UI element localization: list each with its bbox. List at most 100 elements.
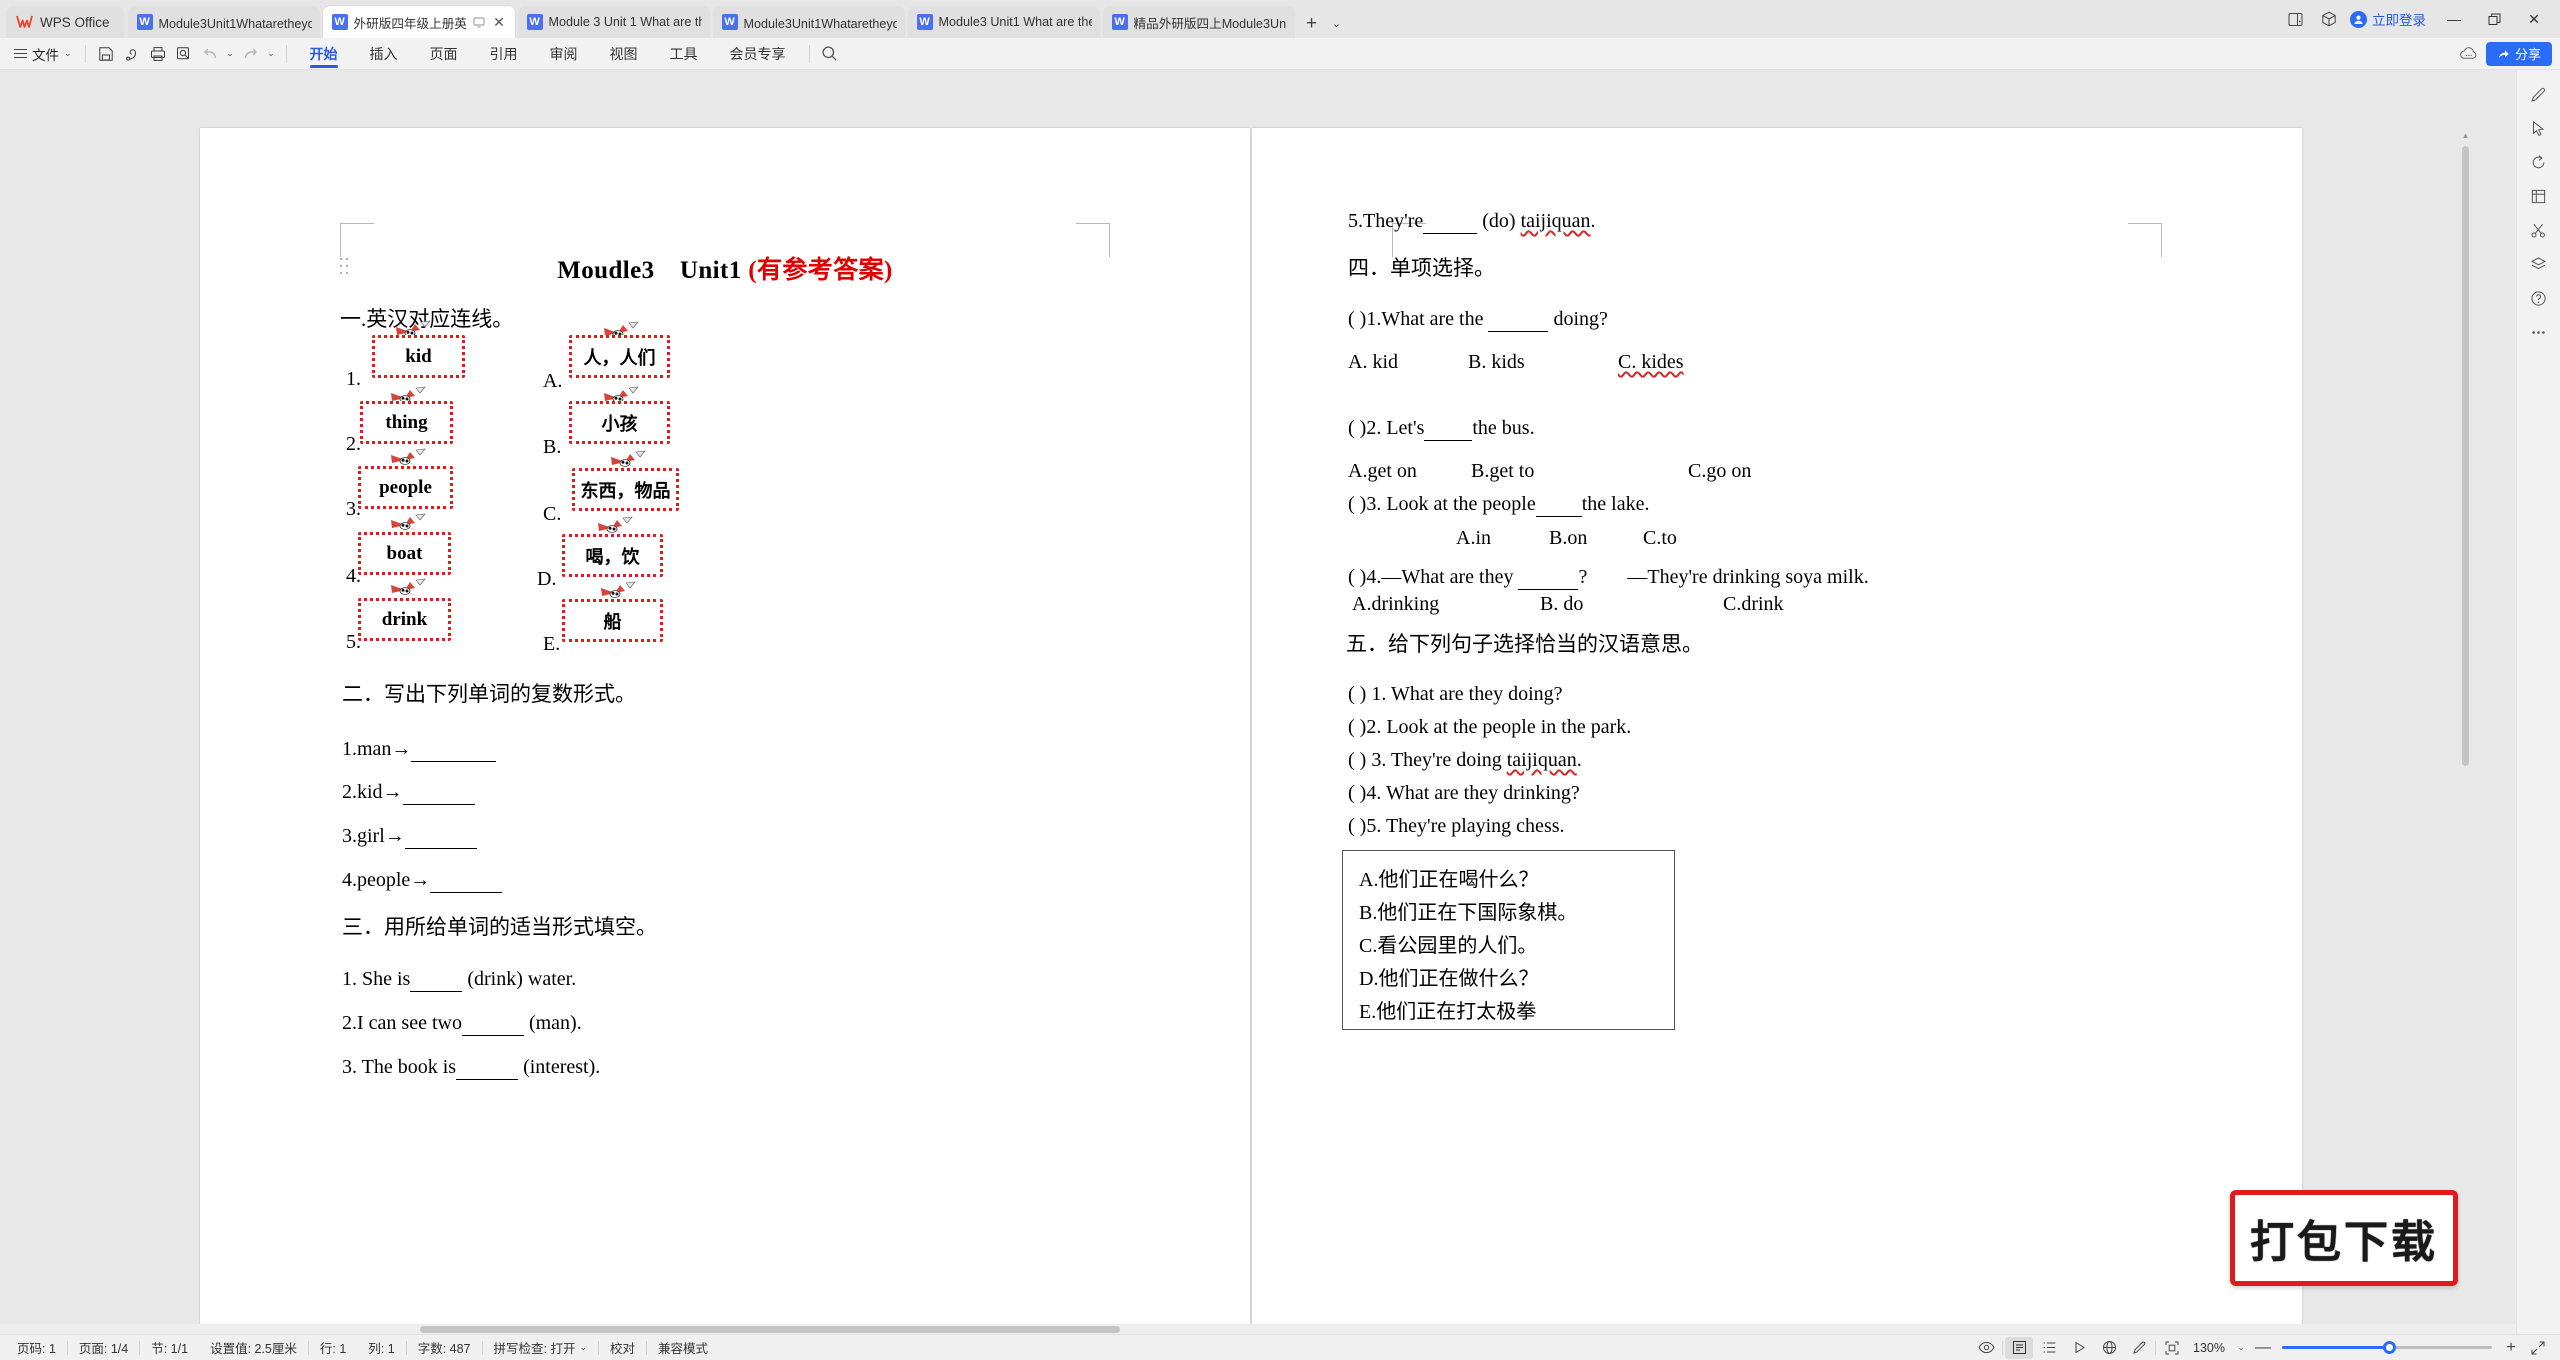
zoom-slider[interactable]	[2282, 1337, 2492, 1359]
ribbon-tab-member[interactable]: 会员专享	[714, 38, 802, 70]
status-proofread[interactable]: 校对	[599, 1338, 646, 1357]
answer-blank[interactable]	[1535, 493, 1582, 517]
ribbon-tab-review[interactable]: 审阅	[534, 38, 594, 70]
document-tab-6[interactable]: W 精品外研版四上Module3Unit1What	[1102, 6, 1295, 38]
web-view-icon[interactable]	[2095, 1337, 2123, 1359]
status-column[interactable]: 列: 1	[357, 1338, 405, 1357]
answer-blank[interactable]	[461, 1012, 524, 1036]
eye-icon[interactable]	[1972, 1337, 2000, 1359]
q2-option-b[interactable]: B.get to	[1471, 460, 1688, 483]
status-page-count[interactable]: 页面: 1/4	[68, 1338, 139, 1357]
zoom-caret-icon[interactable]: ⌄	[2232, 1337, 2250, 1359]
status-spellcheck[interactable]: 拼写检查: 打开 ⌄	[483, 1338, 599, 1357]
status-row[interactable]: 行: 1	[309, 1338, 357, 1357]
q4-option-c[interactable]: C.drink	[1723, 593, 1784, 615]
answer-blank[interactable]	[411, 738, 497, 762]
document-canvas[interactable]: Moudle3 Unit1 (有参考答案) 一.英汉对应连线。 1. kid 2…	[0, 70, 2516, 1334]
q1-option-c[interactable]: C. kides	[1618, 351, 1684, 373]
minimize-button[interactable]: —	[2434, 4, 2474, 34]
status-margin-setting[interactable]: 设置值: 2.5厘米	[199, 1338, 308, 1357]
match-left-word-1[interactable]: kid	[372, 335, 465, 378]
print-icon[interactable]	[145, 41, 171, 67]
zoom-level-label[interactable]: 130%	[2188, 1341, 2230, 1355]
ribbon-tab-reference[interactable]: 引用	[474, 38, 534, 70]
document-tab-1[interactable]: W Module3Unit1Whataretheydoing随	[127, 6, 320, 38]
rotate-icon[interactable]	[2523, 146, 2555, 178]
more-icon[interactable]	[2523, 316, 2555, 348]
match-left-word-5[interactable]: drink	[358, 598, 451, 641]
match-right-word-d[interactable]: 喝，饮	[562, 534, 663, 577]
zoom-in-button[interactable]: +	[2500, 1337, 2522, 1359]
scrollbar-thumb[interactable]	[2462, 146, 2469, 766]
close-button[interactable]: ✕	[2514, 4, 2554, 34]
match-right-word-b[interactable]: 小孩	[569, 401, 670, 444]
monitor-icon[interactable]	[472, 15, 486, 29]
ribbon-tab-page[interactable]: 页面	[414, 38, 474, 70]
new-tab-button[interactable]: +	[1298, 8, 1326, 38]
answer-blank[interactable]	[430, 869, 503, 893]
zoom-slider-knob[interactable]	[2383, 1341, 2396, 1354]
scroll-up-icon[interactable]: ▲	[2461, 128, 2470, 142]
q2-option-c[interactable]: C.go on	[1688, 460, 1751, 482]
horizontal-scrollbar[interactable]	[0, 1324, 2516, 1334]
answer-blank[interactable]	[1423, 210, 1478, 234]
answer-blank[interactable]	[1518, 566, 1579, 590]
frame-icon[interactable]	[2523, 180, 2555, 212]
q3-option-b[interactable]: B.on	[1549, 527, 1643, 550]
wps-home-button[interactable]: WPS Office	[6, 6, 124, 38]
outline-view-icon[interactable]	[2035, 1337, 2063, 1359]
status-word-count[interactable]: 字数: 487	[407, 1338, 482, 1357]
file-menu-button[interactable]: 文件 ⌄	[8, 41, 78, 67]
answer-blank[interactable]	[410, 968, 463, 992]
maximize-button[interactable]	[2474, 4, 2514, 34]
find-icon[interactable]	[171, 41, 197, 67]
close-tab-icon[interactable]: ✕	[492, 15, 507, 30]
ribbon-tab-insert[interactable]: 插入	[354, 38, 414, 70]
q1-option-a[interactable]: A. kid	[1348, 351, 1468, 374]
ribbon-tab-view[interactable]: 视图	[594, 38, 654, 70]
status-compatibility-mode[interactable]: 兼容模式	[647, 1338, 719, 1357]
undo-caret-icon[interactable]: ⌄	[223, 41, 238, 67]
answer-options-box[interactable]: A.他们正在喝什么？ B.他们正在下国际象棋。 C.看公园里的人们。 D.他们正…	[1342, 850, 1675, 1030]
cloud-icon[interactable]	[2454, 41, 2484, 67]
hscrollbar-thumb[interactable]	[420, 1326, 1120, 1333]
document-tab-2-active[interactable]: W 外研版四年级上册英语Moudl ✕	[322, 6, 515, 38]
q3-option-a[interactable]: A.in	[1456, 527, 1549, 550]
scissors-icon[interactable]	[2523, 214, 2555, 246]
tab-list-caret-icon[interactable]: ⌄	[1326, 8, 1348, 38]
answer-blank[interactable]	[402, 781, 475, 805]
zoom-out-button[interactable]: —	[2252, 1337, 2274, 1359]
sidebar-toggle-icon[interactable]	[2278, 4, 2312, 34]
status-section[interactable]: 节: 1/1	[140, 1338, 199, 1357]
q1-option-b[interactable]: B. kids	[1468, 351, 1618, 374]
match-right-word-a[interactable]: 人，人们	[569, 335, 670, 378]
search-icon[interactable]	[817, 41, 843, 67]
match-left-word-4[interactable]: boat	[358, 532, 451, 575]
vertical-scrollbar[interactable]: ▲ ▼	[2461, 128, 2470, 1334]
undo-icon[interactable]	[197, 41, 223, 67]
login-button[interactable]: 立即登录	[2346, 4, 2434, 34]
save-icon[interactable]	[93, 41, 119, 67]
status-page-number[interactable]: 页码: 1	[6, 1338, 67, 1357]
match-left-word-3[interactable]: people	[358, 466, 453, 509]
match-right-word-e[interactable]: 船	[562, 599, 663, 642]
match-left-word-2[interactable]: thing	[360, 401, 453, 444]
play-icon[interactable]	[2065, 1337, 2093, 1359]
layers-icon[interactable]	[2523, 248, 2555, 280]
document-page-left[interactable]: Moudle3 Unit1 (有参考答案) 一.英汉对应连线。 1. kid 2…	[200, 128, 1250, 1334]
document-tab-3[interactable]: W Module 3 Unit 1 What are they do	[517, 6, 710, 38]
document-tab-4[interactable]: W Module3Unit1Whataretheydoing同	[712, 6, 905, 38]
answer-blank[interactable]	[1488, 308, 1549, 332]
cursor-select-icon[interactable]	[2523, 112, 2555, 144]
redo-icon[interactable]	[238, 41, 264, 67]
pen-icon[interactable]	[2523, 78, 2555, 110]
ribbon-tab-tools[interactable]: 工具	[654, 38, 714, 70]
q3-option-c[interactable]: C.to	[1643, 527, 1677, 549]
print-preview-icon[interactable]	[119, 41, 145, 67]
help-icon[interactable]	[2523, 282, 2555, 314]
page-view-icon[interactable]	[2005, 1336, 2034, 1359]
q4-option-b[interactable]: B. do	[1540, 593, 1723, 616]
customize-quick-access-icon[interactable]: ⌄	[264, 41, 279, 67]
fit-page-icon[interactable]	[2158, 1337, 2186, 1359]
answer-blank[interactable]	[1424, 417, 1473, 441]
